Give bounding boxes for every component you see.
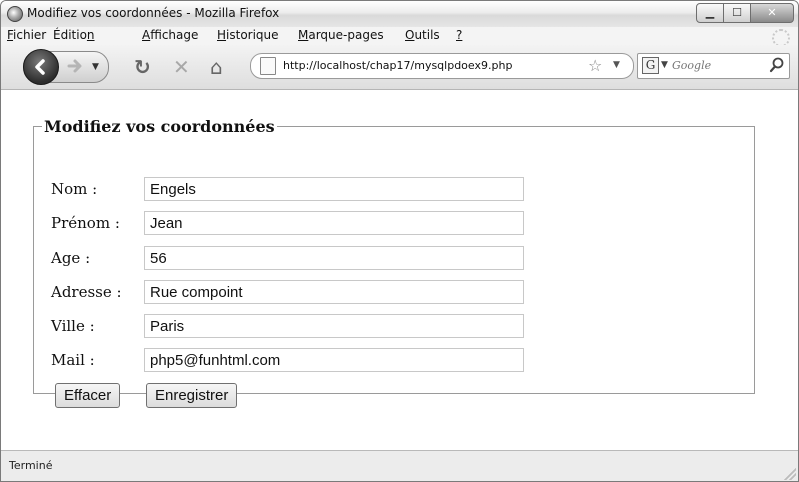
menu-fichier[interactable]: Fichier (7, 28, 46, 42)
submit-button[interactable]: Enregistrer (146, 383, 238, 408)
close-icon[interactable]: ✕ (750, 3, 794, 23)
browser-window: Modifiez vos coordonnées - Mozilla Firef… (0, 0, 799, 482)
menu-help[interactable]: ? (456, 28, 462, 42)
prenom-label: Prénom : (51, 214, 120, 232)
search-engine-dropdown-icon[interactable]: ▼ (661, 60, 668, 70)
menu-affichage[interactable]: Affichage (142, 28, 198, 42)
coordinates-fieldset: Modifiez vos coordonnées Nom : Prénom : … (33, 117, 755, 408)
url-input[interactable]: http://localhost/chap17/mysqlpdoex9.php (283, 59, 512, 72)
home-icon[interactable]: ⌂ (210, 55, 223, 79)
address-bar[interactable]: http://localhost/chap17/mysqlpdoex9.php … (250, 53, 634, 79)
menu-marque-pages[interactable]: Marque-pages (298, 28, 384, 42)
resize-grip-icon[interactable] (784, 468, 796, 480)
url-dropdown-icon[interactable]: ▼ (613, 60, 620, 70)
prenom-input[interactable] (144, 211, 524, 235)
nom-input[interactable] (144, 177, 524, 201)
window-title: Modifiez vos coordonnées - Mozilla Firef… (27, 6, 280, 20)
mail-label: Mail : (51, 351, 95, 369)
age-input[interactable] (144, 246, 524, 270)
menu-edition[interactable]: Édition (53, 28, 95, 42)
search-icon[interactable] (769, 56, 785, 74)
back-arrow-icon[interactable] (23, 49, 59, 85)
maximize-icon[interactable]: ☐ (723, 3, 751, 23)
reload-icon[interactable]: ↻ (134, 55, 151, 79)
adresse-input[interactable] (144, 280, 524, 304)
window-controls: ▁ ☐ ✕ (696, 3, 794, 23)
minimize-icon[interactable]: ▁ (696, 3, 724, 23)
stop-icon[interactable]: ✕ (173, 55, 190, 79)
forward-arrow-icon[interactable] (63, 57, 85, 75)
navigation-toolbar: ▼ ↻ ✕ ⌂ http://localhost/chap17/mysqlpdo… (1, 45, 798, 90)
page-content: Modifiez vos coordonnées Nom : Prénom : … (1, 90, 798, 450)
history-dropdown-icon[interactable]: ▼ (92, 62, 99, 72)
search-input[interactable] (672, 58, 762, 72)
status-text: Terminé (9, 459, 53, 472)
reset-button[interactable]: Effacer (55, 383, 121, 408)
ville-label: Ville : (51, 317, 95, 335)
menu-historique[interactable]: Historique (217, 28, 279, 42)
page-icon (260, 57, 276, 75)
age-label: Age : (51, 249, 91, 267)
adresse-label: Adresse : (51, 283, 122, 301)
title-bar[interactable]: Modifiez vos coordonnées - Mozilla Firef… (1, 1, 798, 27)
ville-input[interactable] (144, 314, 524, 338)
mail-input[interactable] (144, 348, 524, 372)
nom-label: Nom : (51, 180, 98, 198)
status-bar: Terminé (1, 450, 798, 481)
search-bar: G ▼ (637, 53, 790, 79)
form-legend: Modifiez vos coordonnées (44, 117, 275, 136)
firefox-icon[interactable] (7, 6, 23, 22)
menu-bar: Fichier Édition Affichage Historique Mar… (1, 27, 798, 47)
search-engine-icon[interactable]: G (642, 57, 659, 74)
bookmark-star-icon[interactable]: ☆ (588, 56, 602, 75)
menu-outils[interactable]: Outils (405, 28, 440, 42)
